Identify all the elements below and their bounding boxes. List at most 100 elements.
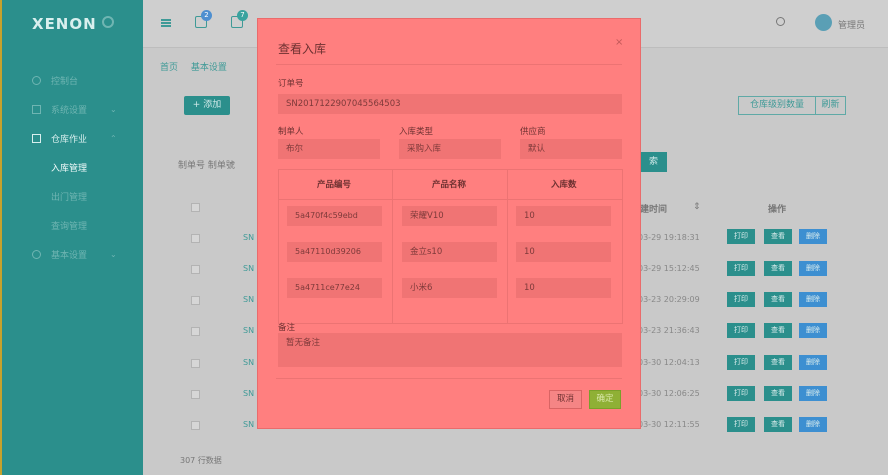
delete-button[interactable]: 删除	[799, 229, 827, 244]
print-button[interactable]: 打印	[727, 355, 755, 370]
add-button[interactable]: + 添加	[184, 96, 230, 115]
delete-button[interactable]: 删除	[799, 261, 827, 276]
column-header-actions: 操作	[768, 205, 787, 215]
sidebar-item-warehouse-ops[interactable]: 仓库作业 ⌃	[32, 132, 117, 145]
row-sn[interactable]: SN	[243, 389, 254, 398]
delete-button[interactable]: 删除	[799, 386, 827, 401]
goods-table-divider	[392, 169, 393, 324]
view-button[interactable]: 查看	[764, 386, 792, 401]
cancel-button[interactable]: 取消	[549, 390, 582, 409]
row-checkbox[interactable]	[191, 359, 200, 368]
monitor-icon	[32, 105, 41, 114]
goods-table-divider	[507, 169, 508, 324]
user-menu[interactable]: 管理员	[838, 18, 865, 31]
brand-logo: XENON	[32, 15, 97, 33]
sidebar: XENON 控制台 系统设置 ⌄ 仓库作业 ⌃ 入库管理 出门管理 查询管理 基…	[0, 0, 143, 475]
breadcrumb-section[interactable]: 基本设置	[191, 63, 227, 73]
search-icon[interactable]	[776, 17, 785, 26]
confirm-button[interactable]: 确定	[589, 390, 621, 409]
bell-badge: 7	[237, 10, 248, 21]
sidebar-item-label: 仓库作业	[51, 135, 88, 145]
chevron-down-icon: ⌄	[110, 105, 117, 114]
view-button[interactable]: 查看	[764, 292, 792, 307]
row-time: 03-30 12:06:25	[638, 389, 700, 398]
supplier-field: 默认	[520, 139, 622, 159]
maker-field: 布尔	[278, 139, 380, 159]
print-button[interactable]: 打印	[727, 386, 755, 401]
select-all-checkbox[interactable]	[191, 203, 200, 212]
row-sn[interactable]: SN	[243, 326, 254, 335]
row-time: 03-29 15:12:45	[638, 264, 700, 273]
remark-field: 暂无备注	[278, 333, 622, 367]
order-number-field: SN2017122907045564503	[278, 94, 622, 114]
refresh-button[interactable]: 刷新	[815, 96, 846, 115]
sidebar-subitem-outbound[interactable]: 出门管理	[51, 190, 87, 203]
sort-icon[interactable]: ⇕	[693, 202, 701, 212]
sidebar-item-basic-settings[interactable]: 基本设置 ⌄	[32, 248, 117, 261]
row-checkbox[interactable]	[191, 265, 200, 274]
settings-gear-icon[interactable]	[102, 16, 114, 28]
delete-button[interactable]: 删除	[799, 323, 827, 338]
view-button[interactable]: 查看	[764, 261, 792, 276]
row-time: 03-30 12:11:55	[638, 420, 700, 429]
print-button[interactable]: 打印	[727, 261, 755, 276]
remark-label: 备注	[278, 323, 296, 333]
sidebar-subitem-inbound[interactable]: 入库管理	[51, 161, 87, 174]
sidebar-item-label: 控制台	[51, 77, 79, 87]
modal-header-divider	[276, 64, 622, 65]
goods-qty: 10	[516, 242, 611, 262]
dashboard-icon	[32, 76, 41, 85]
print-button[interactable]: 打印	[727, 323, 755, 338]
row-checkbox[interactable]	[191, 390, 200, 399]
close-icon[interactable]: ×	[615, 37, 623, 48]
sidebar-item-dashboard[interactable]: 控制台	[32, 74, 78, 87]
menu-toggle-icon[interactable]	[161, 19, 171, 27]
row-sn[interactable]: SN	[243, 295, 254, 304]
row-sn[interactable]: SN	[243, 358, 254, 367]
goods-code: 5a47110d39206	[287, 242, 382, 262]
view-button[interactable]: 查看	[764, 417, 792, 432]
row-checkbox[interactable]	[191, 421, 200, 430]
goods-qty: 10	[516, 278, 611, 298]
modal-title: 查看入库	[278, 42, 327, 56]
sidebar-subitem-query[interactable]: 查询管理	[51, 219, 87, 232]
goods-header-code: 产品编号	[317, 180, 352, 190]
view-button[interactable]: 查看	[764, 229, 792, 244]
row-count: 307 行数据	[180, 456, 222, 465]
delete-button[interactable]: 删除	[799, 292, 827, 307]
chevron-up-icon: ⌃	[110, 134, 117, 143]
row-checkbox[interactable]	[191, 234, 200, 243]
column-header-time[interactable]: 建时间	[640, 202, 667, 215]
view-inbound-modal: 查看入库 × 订单号 SN2017122907045564503 制单人 布尔 …	[257, 18, 641, 429]
row-sn[interactable]: SN	[243, 233, 254, 242]
filter-search-button[interactable]: 索	[640, 152, 667, 172]
delete-button[interactable]: 删除	[799, 355, 827, 370]
delete-button[interactable]: 删除	[799, 417, 827, 432]
row-sn[interactable]: SN	[243, 420, 254, 429]
sidebar-item-system-settings[interactable]: 系统设置 ⌄	[32, 103, 117, 116]
goods-name: 金立s10	[402, 242, 497, 262]
breadcrumb-home[interactable]: 首页	[160, 63, 178, 73]
supplier-label: 供应商	[520, 127, 546, 137]
goods-code: 5a4711ce77e24	[287, 278, 382, 298]
maker-label: 制单人	[278, 127, 304, 137]
order-number-label: 订单号	[278, 79, 304, 89]
filter-label: 制单号 制单號	[178, 161, 235, 171]
sidebar-item-label: 基本设置	[51, 251, 88, 261]
goods-name: 小米6	[402, 278, 497, 298]
print-button[interactable]: 打印	[727, 417, 755, 432]
row-checkbox[interactable]	[191, 296, 200, 305]
avatar[interactable]	[815, 14, 832, 31]
view-button[interactable]: 查看	[764, 355, 792, 370]
view-button[interactable]: 查看	[764, 323, 792, 338]
warehouse-icon	[32, 134, 41, 143]
row-sn[interactable]: SN	[243, 264, 254, 273]
goods-name: 荣耀V10	[402, 206, 497, 226]
print-button[interactable]: 打印	[727, 292, 755, 307]
goods-code: 5a470f4c59ebd	[287, 206, 382, 226]
row-checkbox[interactable]	[191, 327, 200, 336]
sidebar-item-label: 系统设置	[51, 106, 88, 116]
goods-header-name: 产品名称	[432, 180, 467, 190]
print-button[interactable]: 打印	[727, 229, 755, 244]
warehouse-quantity-button[interactable]: 仓库级别数量	[738, 96, 816, 115]
